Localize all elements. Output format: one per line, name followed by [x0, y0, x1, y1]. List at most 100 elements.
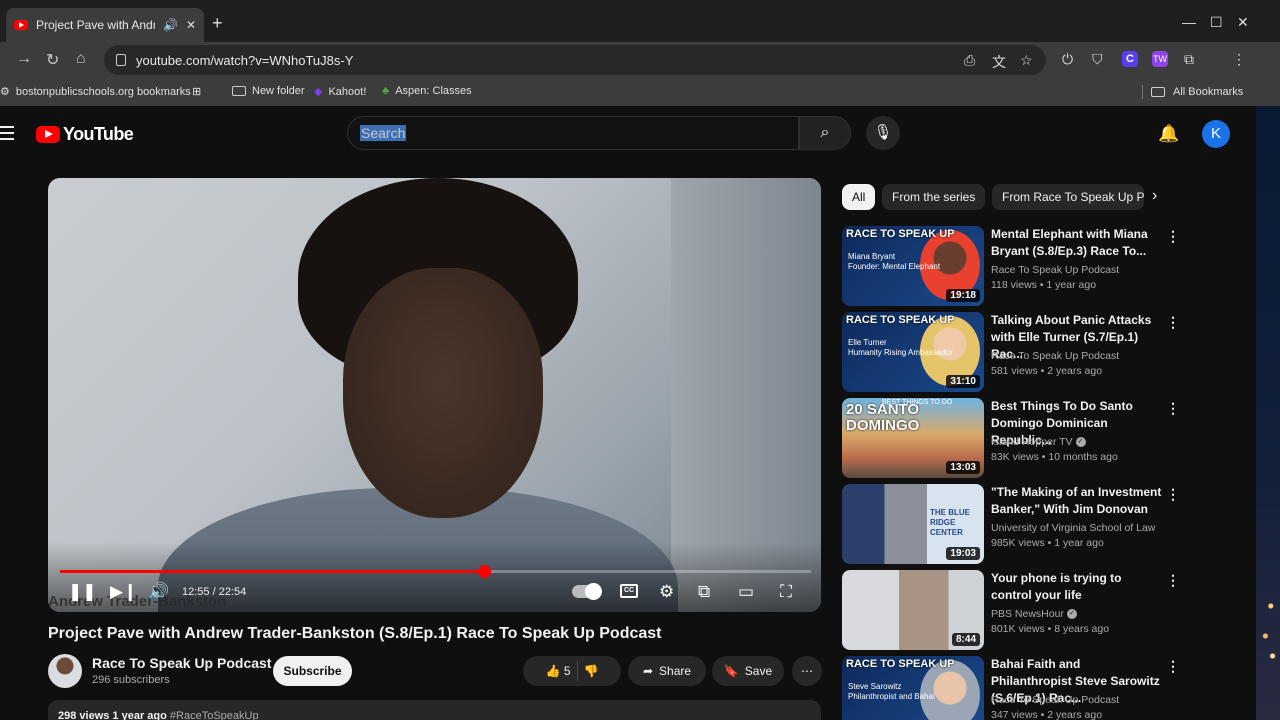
close-window-icon[interactable]: ✕ [1237, 14, 1249, 31]
all-bookmarks[interactable]: All Bookmarks [1142, 85, 1243, 99]
bookmark-label: Kahoot! [328, 85, 367, 98]
recommended-video[interactable]: THE BLUE RIDGE CENTER 19:03 "The Making … [842, 484, 1182, 564]
thumbnail-subtext: Miana Bryant Founder: Mental Elephant [848, 252, 941, 271]
thumbnail-subtext: Steve Sarowitz Philanthropist and Bahai [848, 682, 935, 701]
youtube-favicon-icon [14, 20, 28, 30]
settings-gear-icon[interactable]: ⚙ [659, 582, 674, 602]
translate-icon[interactable]: 文 [992, 52, 1006, 72]
captions-icon[interactable]: CC [620, 584, 638, 598]
browser-tab-active[interactable]: Project Pave with Andrew T 🔊 ✕ [6, 8, 204, 42]
channel-name[interactable]: PBS NewsHour ✓ [991, 608, 1077, 620]
recommended-video[interactable]: RACE TO SPEAK UP Miana Bryant Founder: M… [842, 226, 1182, 306]
more-vertical-icon[interactable]: ⋮ [1166, 658, 1180, 675]
new-tab-button[interactable]: + [212, 13, 223, 34]
subscribe-button[interactable]: Subscribe [273, 656, 352, 686]
logo-text: YouTube [63, 124, 134, 144]
bookmarks-divider [1142, 85, 1143, 99]
notifications-bell-icon[interactable]: 🔔 [1158, 124, 1179, 144]
speaker-icon[interactable]: 🔊 [163, 18, 178, 32]
thumbnail-subtext: Elle Turner Humanity Rising Ambassador [848, 338, 953, 357]
next-video-icon[interactable]: ▶❙ [110, 582, 137, 602]
home-icon[interactable]: ⌂ [76, 50, 86, 68]
recommended-video[interactable]: RACE TO SPEAK UP Steve Sarowitz Philanth… [842, 656, 1182, 720]
more-vertical-icon[interactable]: ⋮ [1166, 572, 1180, 589]
bookmark-aspen[interactable]: ♣ Aspen: Classes [382, 85, 472, 97]
recommended-video[interactable]: 20 SANTO DOMINGO BEST THINGS TO DO 13:03… [842, 398, 1182, 478]
video-thumbnail[interactable]: RACE TO SPEAK UP Miana Bryant Founder: M… [842, 226, 984, 306]
video-thumbnail[interactable]: RACE TO SPEAK UP Steve Sarowitz Philanth… [842, 656, 984, 720]
site-info-icon[interactable] [116, 54, 126, 66]
channel-avatar[interactable] [48, 654, 82, 688]
video-player[interactable]: Andrew Trader-Bankston ❚❚ ▶❙ 🔊 12:55 / 2… [48, 178, 821, 612]
maximize-icon[interactable]: ☐ [1210, 14, 1223, 31]
more-actions-button[interactable]: ⋯ [792, 656, 822, 686]
menu-icon[interactable] [0, 126, 14, 144]
pause-icon[interactable]: ❚❚ [68, 582, 97, 602]
thumbnail-subtext: THE BLUE RIDGE CENTER [930, 508, 970, 537]
more-vertical-icon[interactable]: ⋮ [1166, 228, 1180, 245]
power-extension-icon[interactable]: ⏻ [1062, 51, 1073, 68]
video-thumbnail[interactable]: THE BLUE RIDGE CENTER 19:03 [842, 484, 984, 564]
bookmark-kahoot[interactable]: ◆ Kahoot! [314, 85, 367, 99]
video-title[interactable]: Mental Elephant with Miana Bryant (S.8/E… [991, 226, 1163, 260]
channel-name[interactable]: Island Hopper TV ✓ [991, 436, 1086, 448]
video-thumbnail[interactable]: RACE TO SPEAK UP Elle Turner Humanity Ri… [842, 312, 984, 392]
chip-from-series[interactable]: From the series [882, 184, 986, 210]
channel-name[interactable]: Race To Speak Up Podcast [92, 655, 271, 671]
miniplayer-icon[interactable]: ⧉ [698, 582, 710, 602]
more-vertical-icon[interactable]: ⋮ [1166, 314, 1180, 331]
autoplay-toggle[interactable] [572, 583, 602, 600]
scrubber-handle[interactable] [477, 565, 491, 578]
account-avatar[interactable]: K [1202, 120, 1230, 148]
channel-name[interactable]: University of Virginia School of Law [991, 522, 1155, 534]
channel-name[interactable]: Race To Speak Up Podcast [991, 350, 1119, 362]
forward-icon[interactable]: → [16, 50, 32, 68]
hashtag[interactable]: #RaceToSpeakUp [170, 710, 259, 720]
recommended-video[interactable]: 8:44 Your phone is trying to control you… [842, 570, 1182, 650]
bookmark-star-icon[interactable]: ☆ [1020, 52, 1033, 69]
progress-bar[interactable] [60, 565, 811, 578]
dislike-icon[interactable]: 👎 [584, 664, 599, 678]
thumbnail-subtext: BEST THINGS TO DO [882, 399, 953, 406]
bookmark-new-folder[interactable]: New folder [232, 85, 305, 97]
reload-icon[interactable]: ↻ [46, 50, 59, 70]
voice-search-button[interactable]: 🎙 [866, 116, 900, 150]
chevron-right-icon[interactable]: › [1152, 187, 1157, 205]
install-app-icon[interactable]: ⎙ [964, 52, 975, 69]
video-title[interactable]: Your phone is trying to control your lif… [991, 570, 1163, 604]
more-vertical-icon[interactable]: ⋮ [1166, 400, 1180, 417]
share-button[interactable]: ➦ Share [628, 656, 706, 686]
recommended-video[interactable]: RACE TO SPEAK UP Elle Turner Humanity Ri… [842, 312, 1182, 392]
more-vertical-icon[interactable]: ⋮ [1166, 486, 1180, 503]
description-box[interactable]: 298 views 1 year ago #RaceToSpeakUp [48, 700, 821, 720]
purple-extension-icon[interactable]: TW [1152, 51, 1168, 67]
c-extension-icon[interactable]: C [1122, 51, 1138, 67]
chip-from-channel[interactable]: From Race To Speak Up P [992, 184, 1144, 210]
url-text[interactable]: youtube.com/watch?v=WNhoTuJ8s-Y [136, 53, 353, 68]
video-thumbnail[interactable]: 20 SANTO DOMINGO BEST THINGS TO DO 13:03 [842, 398, 984, 478]
bookmark-bps[interactable]: ⚙ bostonpublicschools.org bookmarks [0, 85, 191, 99]
channel-name[interactable]: Race To Speak Up Podcast [991, 694, 1119, 706]
time-display: 12:55 / 22:54 [182, 586, 247, 598]
fullscreen-icon[interactable]: ⛶ [780, 582, 792, 602]
search-input[interactable]: Search [347, 116, 799, 150]
theater-mode-icon[interactable]: ▭ [738, 582, 754, 602]
browser-menu-icon[interactable]: ⋮ [1232, 51, 1246, 68]
channel-name[interactable]: Race To Speak Up Podcast [991, 264, 1119, 276]
like-button[interactable]: 👍 5 [546, 664, 571, 678]
save-button[interactable]: 🔖 Save [712, 656, 784, 686]
close-tab-icon[interactable]: ✕ [186, 18, 196, 32]
apps-grid-icon[interactable]: ⊞ [192, 85, 201, 98]
chip-all[interactable]: All [842, 184, 876, 210]
search-button[interactable]: ⌕ [799, 116, 851, 150]
extensions-puzzle-icon[interactable]: ⧉ [1184, 51, 1194, 68]
volume-icon[interactable]: 🔊 [148, 582, 169, 602]
shield-extension-icon[interactable]: ⛉ [1092, 51, 1103, 68]
youtube-logo[interactable]: YouTube [36, 124, 134, 145]
browser-toolbar: → ↻ ⌂ youtube.com/watch?v=WNhoTuJ8s-Y ⎙ … [0, 42, 1280, 78]
video-title[interactable]: "The Making of an Investment Banker," Wi… [991, 484, 1163, 518]
address-bar[interactable]: youtube.com/watch?v=WNhoTuJ8s-Y ⎙ 文 ☆ [104, 45, 1046, 75]
thumbnail-overlay-text: RACE TO SPEAK UP [846, 658, 955, 670]
video-thumbnail[interactable]: 8:44 [842, 570, 984, 650]
minimize-icon[interactable]: — [1182, 14, 1196, 30]
